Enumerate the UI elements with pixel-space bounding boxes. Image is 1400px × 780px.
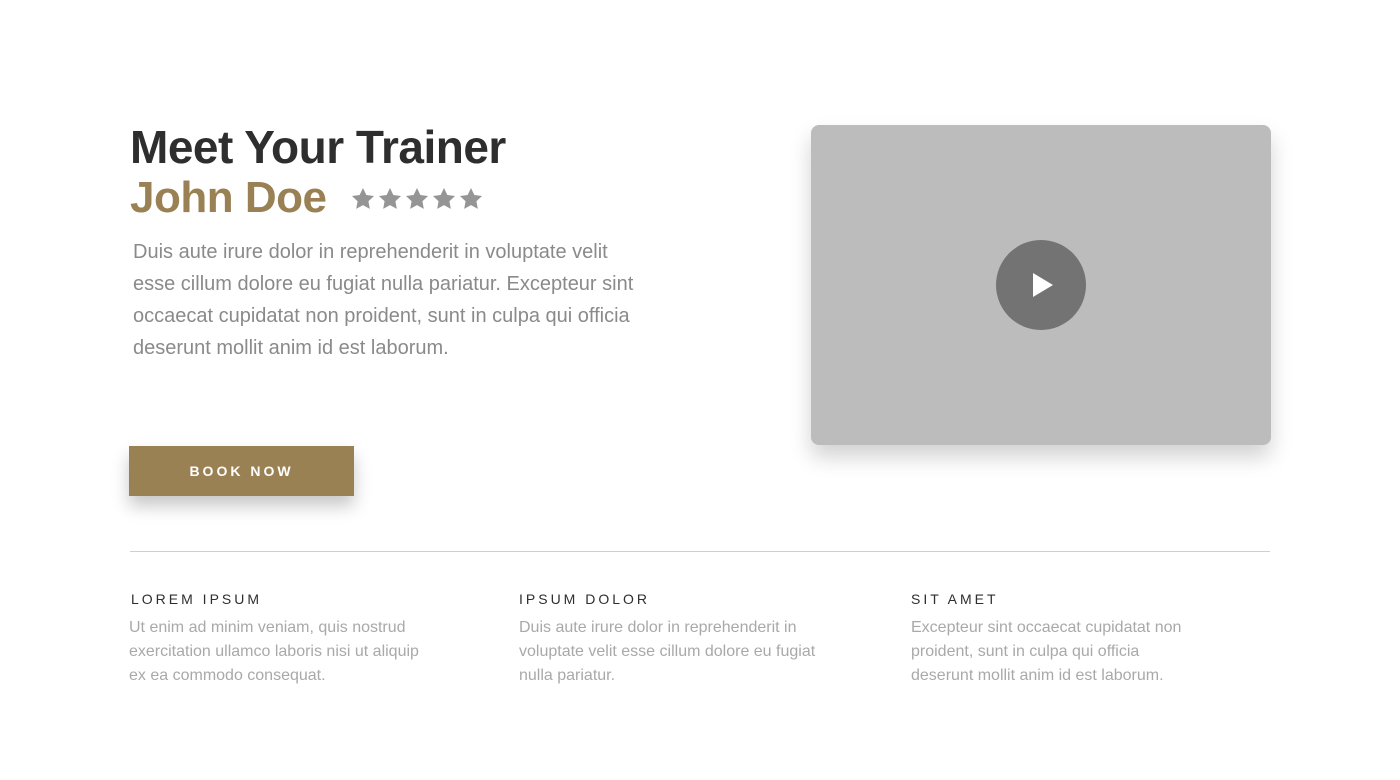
feature-title: LOREM IPSUM [131, 591, 263, 607]
star-icon [377, 186, 403, 212]
feature-text: Ut enim ad minim veniam, quis nostrud ex… [129, 619, 419, 684]
section-divider [130, 551, 1270, 552]
trainer-name-row: John Doe [130, 172, 485, 224]
feature-text: Excepteur sint occaecat cupidatat non pr… [911, 619, 1182, 684]
video-player[interactable] [811, 125, 1271, 445]
page-title: Meet Your Trainer [130, 121, 506, 173]
book-now-button[interactable]: BOOK NOW [129, 446, 354, 496]
feature-text: Duis aute irure dolor in reprehenderit i… [519, 619, 816, 684]
star-icon [458, 186, 484, 212]
star-icon [431, 186, 457, 212]
trainer-bio: Duis aute irure dolor in reprehenderit i… [133, 241, 634, 359]
star-icon [404, 186, 430, 212]
feature-item: LOREM IPSUM Ut enim ad minim veniam, qui… [129, 590, 449, 688]
feature-item: SIT AMET Excepteur sint occaecat cupidat… [909, 590, 1229, 688]
feature-item: IPSUM DOLOR Duis aute irure dolor in rep… [517, 590, 837, 688]
trainer-section: Meet Your Trainer John Doe Duis aute iru… [0, 0, 1400, 780]
play-icon [1027, 272, 1055, 298]
star-icon [350, 186, 376, 212]
trainer-name: John Doe [130, 173, 327, 222]
feature-title: SIT AMET [911, 591, 999, 607]
feature-title: IPSUM DOLOR [519, 591, 651, 607]
play-button[interactable] [996, 240, 1086, 330]
rating-stars [350, 186, 485, 212]
